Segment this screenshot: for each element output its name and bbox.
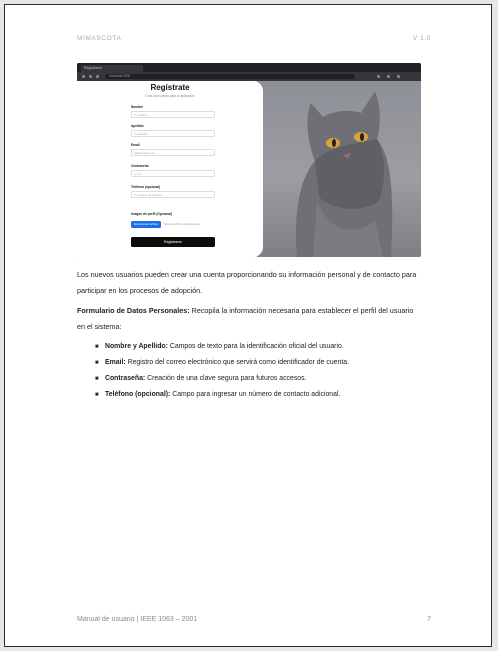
file-status: Ningún archivo seleccionado — [164, 222, 200, 226]
section-paragraph: Formulario de Datos Personales: Recopila… — [77, 303, 421, 335]
back-icon — [82, 75, 85, 78]
list-item: ■ Contraseña: Creación de una clave segur… — [95, 371, 425, 387]
list-item: ■ Nombre y Apellido: Campos de texto para… — [95, 339, 425, 355]
list-item-desc: Campos de texto para la identificación o… — [167, 343, 344, 350]
bullet-icon: ■ — [95, 392, 99, 398]
list-item-desc: Campo para ingresar un número de contact… — [170, 391, 341, 398]
list-item: ■ Email: Registro del correo electrónico … — [95, 355, 425, 371]
list-item: ■ Teléfono (opcional): Campo para ingresa… — [95, 387, 425, 403]
fields-list: ■ Nombre y Apellido: Campos de texto para… — [95, 339, 425, 403]
browser-tabbar: Registrarse — [77, 63, 421, 72]
bullet-icon: ■ — [95, 376, 99, 382]
header-brand: MIMASCOTA — [77, 35, 122, 42]
phone-input[interactable]: Tu número de teléfono — [131, 191, 215, 198]
phone-label: Teléfono (opcional) — [131, 185, 161, 189]
bullet-icon: ■ — [95, 360, 99, 366]
forward-icon — [89, 75, 92, 78]
reload-icon — [96, 75, 99, 78]
email-input[interactable]: tu@ejemplo.com — [131, 149, 215, 156]
list-item-term: Nombre y Apellido: — [105, 343, 168, 350]
profile-icon — [387, 75, 390, 78]
name-label: Nombre — [131, 105, 144, 109]
header-version: V 1.0 — [412, 35, 431, 42]
lastname-label: Apellido — [131, 124, 144, 128]
password-input[interactable]: •••••••• — [131, 170, 215, 177]
browser-urlbar: localhost:3000 — [77, 72, 421, 81]
document-page: MIMASCOTA V 1.0 Registrarse localhost:30… — [4, 4, 492, 647]
register-button[interactable]: Registrarse — [131, 237, 215, 247]
browser-tab: Registrarse — [81, 65, 143, 72]
list-item-desc: Registro del correo electrónico que serv… — [125, 359, 349, 366]
more-icon — [397, 75, 400, 78]
cat-photo — [257, 81, 421, 257]
email-label: Email — [131, 143, 140, 147]
profile-image-label: Imagen de perfil (Opcional) — [131, 212, 173, 216]
form-subtitle: Crea una cuenta para la aplicación — [145, 94, 195, 98]
footer-title: Manual de usuario | IEEE 1063 – 2001 — [77, 616, 198, 623]
screenshot-content: Regístrate Crea una cuenta para la aplic… — [77, 81, 421, 257]
menu-icon — [377, 75, 380, 78]
section-title: Formulario de Datos Personales: — [77, 306, 190, 315]
select-file-button[interactable]: Seleccionar archivo — [131, 221, 161, 228]
registration-form: Regístrate Crea una cuenta para la aplic… — [77, 81, 263, 257]
cat-illustration — [295, 91, 393, 257]
browser-url: localhost:3000 — [105, 74, 355, 79]
intro-paragraph: Los nuevos usuarios pueden crear una cue… — [77, 270, 417, 295]
list-item-term: Email: — [105, 359, 126, 366]
registration-screenshot: Registrarse localhost:3000 Regístrate Cr… — [77, 63, 421, 257]
page-number: 7 — [427, 616, 431, 623]
bullet-icon: ■ — [95, 344, 99, 350]
lastname-input[interactable]: Tu apellido — [131, 130, 215, 137]
list-item-desc: Creación de una clave segura para futuro… — [145, 375, 307, 382]
list-item-term: Contraseña: — [105, 375, 146, 382]
password-label: Contraseña — [131, 164, 149, 168]
name-input[interactable]: Tu nombre — [131, 111, 215, 118]
list-item-term: Teléfono (opcional): — [105, 391, 171, 398]
form-title: Regístrate — [150, 83, 190, 92]
